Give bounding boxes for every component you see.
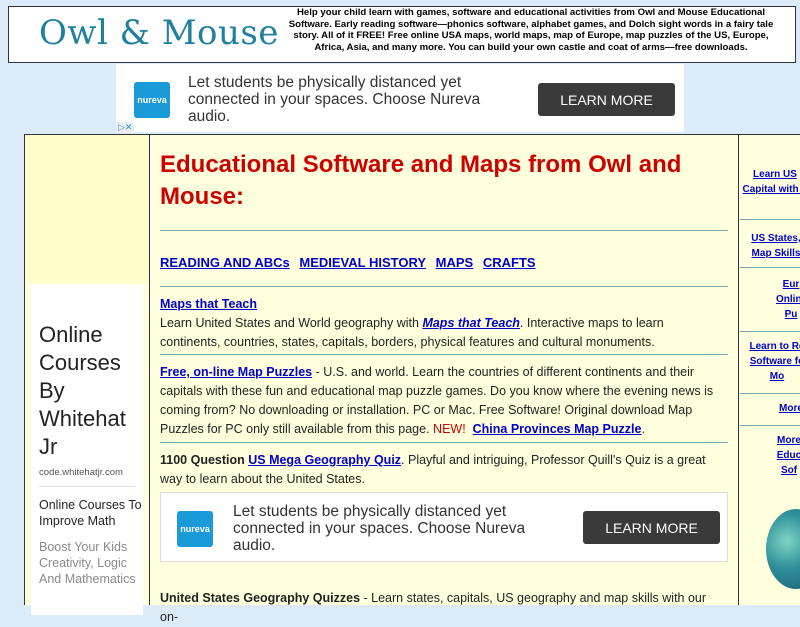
nav-maps-link[interactable]: MAPS — [436, 255, 474, 270]
nav-reading-link[interactable]: READING AND ABCs — [160, 255, 290, 270]
side-ad-domain: code.whitehatjr.com — [39, 467, 123, 478]
mega-quiz-link[interactable]: US Mega Geography Quiz — [248, 453, 401, 467]
map-puzzles-link[interactable]: Free, on-line Map Puzzles — [160, 365, 312, 379]
divider — [740, 219, 800, 220]
divider — [160, 354, 728, 355]
right-sidebar: Learn US Capital with q US States, Map S… — [740, 135, 800, 605]
site-header: Owl & Mouse Help your child learn with g… — [8, 6, 796, 63]
inline-banner-ad[interactable]: nureva Let students be physically distan… — [160, 492, 728, 562]
ad-text: Let students be physically distanced yet… — [233, 503, 526, 554]
divider — [740, 267, 800, 268]
side-ad-headline[interactable]: Online Courses By Whitehat Jr — [31, 285, 143, 461]
learn-more-button[interactable]: LEARN MORE — [538, 83, 675, 116]
maps-teach-heading-link[interactable]: Maps that Teach — [160, 297, 257, 311]
ad-text: Let students be physically distanced yet… — [188, 74, 481, 125]
page-title: Educational Software and Maps from Owl a… — [160, 151, 682, 210]
site-intro: Help your child learn with games, softwa… — [288, 7, 774, 53]
china-puzzle-link[interactable]: China Provinces Map Puzzle — [473, 422, 642, 436]
quiz-section: 1100 Question US Mega Geography Quiz. Pl… — [160, 451, 726, 489]
side-ad-body: Boost Your Kids Creativity, Logic And Ma… — [39, 540, 136, 586]
quiz-prefix: 1100 Question — [160, 453, 249, 467]
divider — [740, 331, 800, 332]
learn-more-button[interactable]: LEARN MORE — [583, 511, 720, 544]
nav-medieval-link[interactable]: MEDIEVAL HISTORY — [299, 255, 426, 270]
globe-image[interactable] — [766, 509, 800, 589]
period-text: . — [641, 422, 645, 436]
section-nav: READING AND ABCs MEDIEVAL HISTORY MAPS C… — [160, 255, 542, 270]
nureva-logo: nureva — [134, 82, 170, 118]
quizzes-section: United States Geography Quizzes - Learn … — [160, 589, 726, 627]
side-ad[interactable]: Online Courses By Whitehat Jr code.white… — [31, 285, 143, 615]
maps-teach-inline-link[interactable]: Maps that Teach — [422, 316, 519, 330]
right-link-us-capitals[interactable]: Learn US Capital with q — [742, 167, 800, 197]
maps-teach-text: Learn United States and World geography … — [160, 316, 423, 330]
left-sidebar: ▷✕ Online Courses By Whitehat Jr code.wh… — [25, 135, 150, 615]
divider — [160, 230, 728, 231]
left-ad-space — [25, 135, 149, 283]
right-link-more-educational[interactable]: More Educ Sof — [772, 433, 800, 478]
map-puzzles-section: Free, on-line Map Puzzles - U.S. and wor… — [160, 363, 726, 439]
right-link-europe[interactable]: Eur Online Pu — [776, 277, 800, 322]
divider — [160, 442, 728, 443]
right-link-reading-software[interactable]: Learn to Re Software fo Mo — [744, 339, 800, 384]
site-logo[interactable]: Owl & Mouse — [39, 13, 279, 53]
nav-crafts-link[interactable]: CRAFTS — [483, 255, 536, 270]
quizzes-heading[interactable]: United States Geography Quizzes — [160, 591, 360, 605]
divider — [740, 393, 800, 394]
nureva-logo: nureva — [177, 511, 213, 547]
new-badge: NEW! — [433, 422, 466, 436]
right-link-more[interactable]: More — [776, 401, 800, 416]
top-banner-ad[interactable]: nureva Let students be physically distan… — [116, 64, 684, 132]
maps-teach-section: Maps that Teach Learn United States and … — [160, 295, 726, 352]
main-content: Educational Software and Maps from Owl a… — [151, 135, 739, 624]
divider — [160, 286, 728, 287]
right-link-map-skills[interactable]: US States, Map Skills — [744, 231, 800, 261]
adchoices-icon[interactable]: ▷✕ — [116, 122, 135, 133]
side-ad-subhead[interactable]: Online Courses To Improve Math — [31, 487, 143, 529]
divider — [740, 425, 800, 426]
